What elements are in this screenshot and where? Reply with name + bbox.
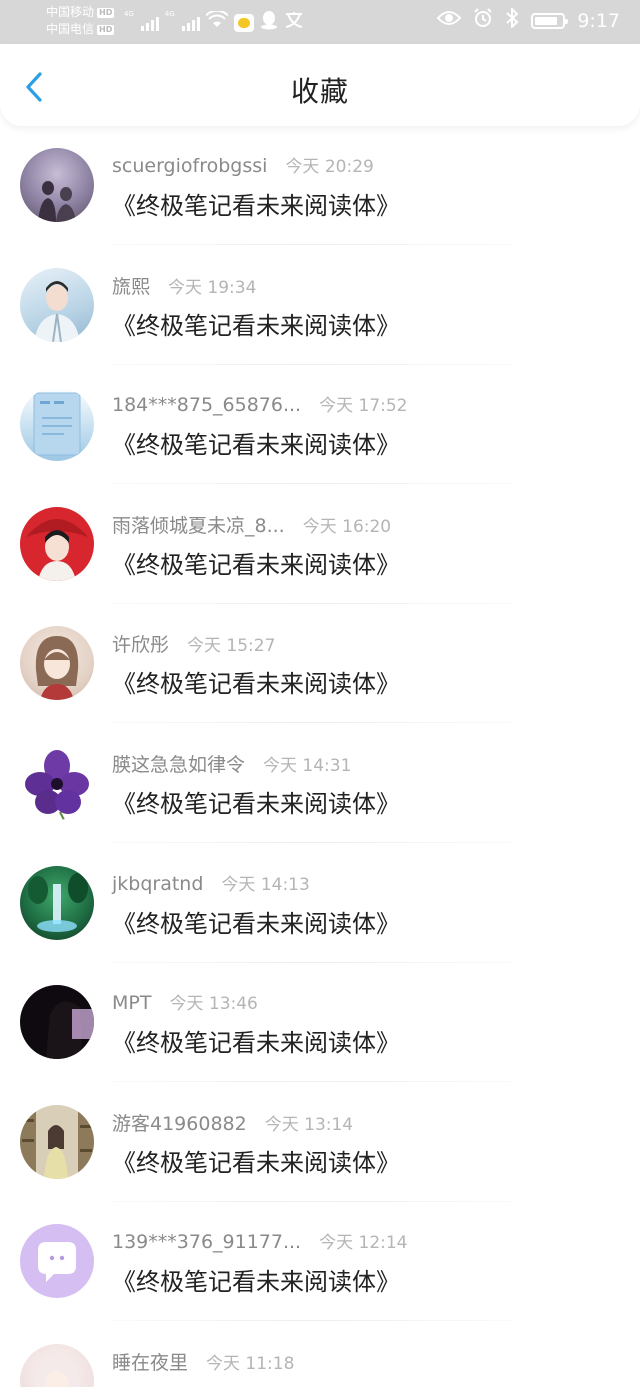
avatar[interactable] xyxy=(20,506,94,581)
list-item[interactable]: 184***875_65876... 今天 17:52 《终极笔记看未来阅读体》 xyxy=(0,365,640,485)
username[interactable]: 139***376_91177... xyxy=(112,1231,301,1253)
avatar[interactable] xyxy=(20,865,94,940)
page-title: 收藏 xyxy=(290,75,349,108)
list-item[interactable]: 雨落倾城夏未凉_8... 今天 16:20 《终极笔记看未来阅读体》 xyxy=(0,485,640,605)
timestamp: 今天 13:46 xyxy=(169,994,258,1015)
avatar[interactable] xyxy=(20,1224,94,1299)
favorite-title[interactable]: 《终极笔记看未来阅读体》 xyxy=(112,545,400,580)
list-item[interactable]: MPT 今天 13:46 《终极笔记看未来阅读体》 xyxy=(0,963,640,1083)
list-item[interactable]: 旒熙 今天 19:34 《终极笔记看未来阅读体》 xyxy=(0,246,640,366)
username[interactable]: scuergiofrobgssi xyxy=(112,155,267,177)
eye-comfort-icon xyxy=(436,10,462,31)
username[interactable]: 雨落倾城夏未凉_8... xyxy=(112,511,285,538)
favorite-title[interactable]: 《终极笔记看未来阅读体》 xyxy=(112,1023,400,1058)
avatar[interactable] xyxy=(20,985,94,1060)
avatar[interactable] xyxy=(20,626,94,701)
avatar[interactable] xyxy=(20,745,94,820)
username[interactable]: 旒熙 xyxy=(112,272,150,299)
default-avatar-chat-icon xyxy=(38,1242,76,1283)
timestamp: 今天 15:27 xyxy=(187,636,276,657)
favorite-title[interactable]: 《终极笔记看未来阅读体》 xyxy=(112,1262,400,1297)
list-item[interactable]: 139***376_91177... 今天 12:14 《终极笔记看未来阅读体》 xyxy=(0,1202,640,1322)
avatar[interactable] xyxy=(20,1104,94,1179)
carrier-1: 中国移动 xyxy=(46,5,95,19)
favorite-title[interactable]: 《终极笔记看未来阅读体》 xyxy=(112,904,400,939)
qq-icon xyxy=(260,10,278,35)
status-right-icons: 9:17 xyxy=(436,6,620,33)
username[interactable]: 朠这急急如律令 xyxy=(112,750,245,777)
username[interactable]: 184***875_65876... xyxy=(112,394,301,416)
timestamp: 今天 17:52 xyxy=(319,396,408,417)
timestamp: 今天 14:13 xyxy=(221,874,310,895)
list-item[interactable]: 睡在夜里 今天 11:18 xyxy=(0,1322,640,1387)
network-type-1: 4G xyxy=(124,10,134,18)
avatar[interactable] xyxy=(20,1343,94,1387)
username[interactable]: 游客41960882 xyxy=(112,1109,247,1136)
timestamp: 今天 13:14 xyxy=(264,1114,354,1135)
avatar[interactable] xyxy=(20,148,94,222)
signal-icon xyxy=(181,15,200,31)
list-item[interactable]: 朠这急急如律令 今天 14:31 《终极笔记看未来阅读体》 xyxy=(0,724,640,844)
favorite-title[interactable]: 《终极笔记看未来阅读体》 xyxy=(112,425,400,460)
timestamp: 今天 19:34 xyxy=(168,277,257,298)
favorite-title[interactable]: 《终极笔记看未来阅读体》 xyxy=(112,664,400,699)
carrier-2: 中国电信 xyxy=(46,22,95,36)
status-left-icons: 4G 4G xyxy=(124,9,304,35)
timestamp: 今天 16:20 xyxy=(302,516,392,537)
battery-icon xyxy=(531,12,569,29)
wifi-icon xyxy=(205,9,229,34)
list-item[interactable]: jkbqratnd 今天 14:13 《终极笔记看未来阅读体》 xyxy=(0,844,640,964)
list-item[interactable]: scuergiofrobgssi 今天 20:29 《终极笔记看未来阅读体》 xyxy=(0,126,640,246)
favorite-title[interactable]: 《终极笔记看未来阅读体》 xyxy=(112,306,400,341)
hd-badge: HD xyxy=(97,7,115,18)
timestamp: 今天 11:18 xyxy=(206,1353,295,1374)
network-type-2: 4G xyxy=(164,10,175,18)
timestamp: 今天 14:31 xyxy=(263,755,352,776)
list-item[interactable]: 许欣彤 今天 15:27 《终极笔记看未来阅读体》 xyxy=(0,604,640,724)
battery-level xyxy=(535,16,558,25)
hd-badge: HD xyxy=(97,24,115,35)
favorites-list: scuergiofrobgssi 今天 20:29 《终极笔记看未来阅读体》 旒熙… xyxy=(0,126,640,1387)
avatar[interactable] xyxy=(20,387,94,462)
timestamp: 今天 20:29 xyxy=(285,157,374,177)
status-bar: 中国移动 HD 中国电信 HD 4G 4G 9:17 xyxy=(0,0,640,44)
favorite-title[interactable]: 《终极笔记看未来阅读体》 xyxy=(112,1143,400,1178)
username[interactable]: jkbqratnd xyxy=(112,873,203,895)
translate-icon xyxy=(284,11,304,34)
username[interactable]: MPT xyxy=(112,992,151,1014)
favorite-title[interactable]: 《终极笔记看未来阅读体》 xyxy=(112,784,400,819)
timestamp: 今天 12:14 xyxy=(319,1233,408,1254)
alarm-icon xyxy=(473,8,493,33)
avatar[interactable] xyxy=(20,267,94,342)
nav-header: 收藏 xyxy=(0,44,640,126)
favorite-title[interactable]: 《终极笔记看未来阅读体》 xyxy=(112,186,400,221)
app-notification-icon xyxy=(233,13,254,32)
signal-icon xyxy=(140,15,159,31)
username[interactable]: 许欣彤 xyxy=(112,630,169,657)
bluetooth-icon xyxy=(505,6,519,33)
status-clock: 9:17 xyxy=(577,9,620,32)
list-item[interactable]: 游客41960882 今天 13:14 《终极笔记看未来阅读体》 xyxy=(0,1083,640,1203)
username[interactable]: 睡在夜里 xyxy=(112,1348,188,1375)
carrier-info: 中国移动 HD 中国电信 HD xyxy=(46,4,115,38)
